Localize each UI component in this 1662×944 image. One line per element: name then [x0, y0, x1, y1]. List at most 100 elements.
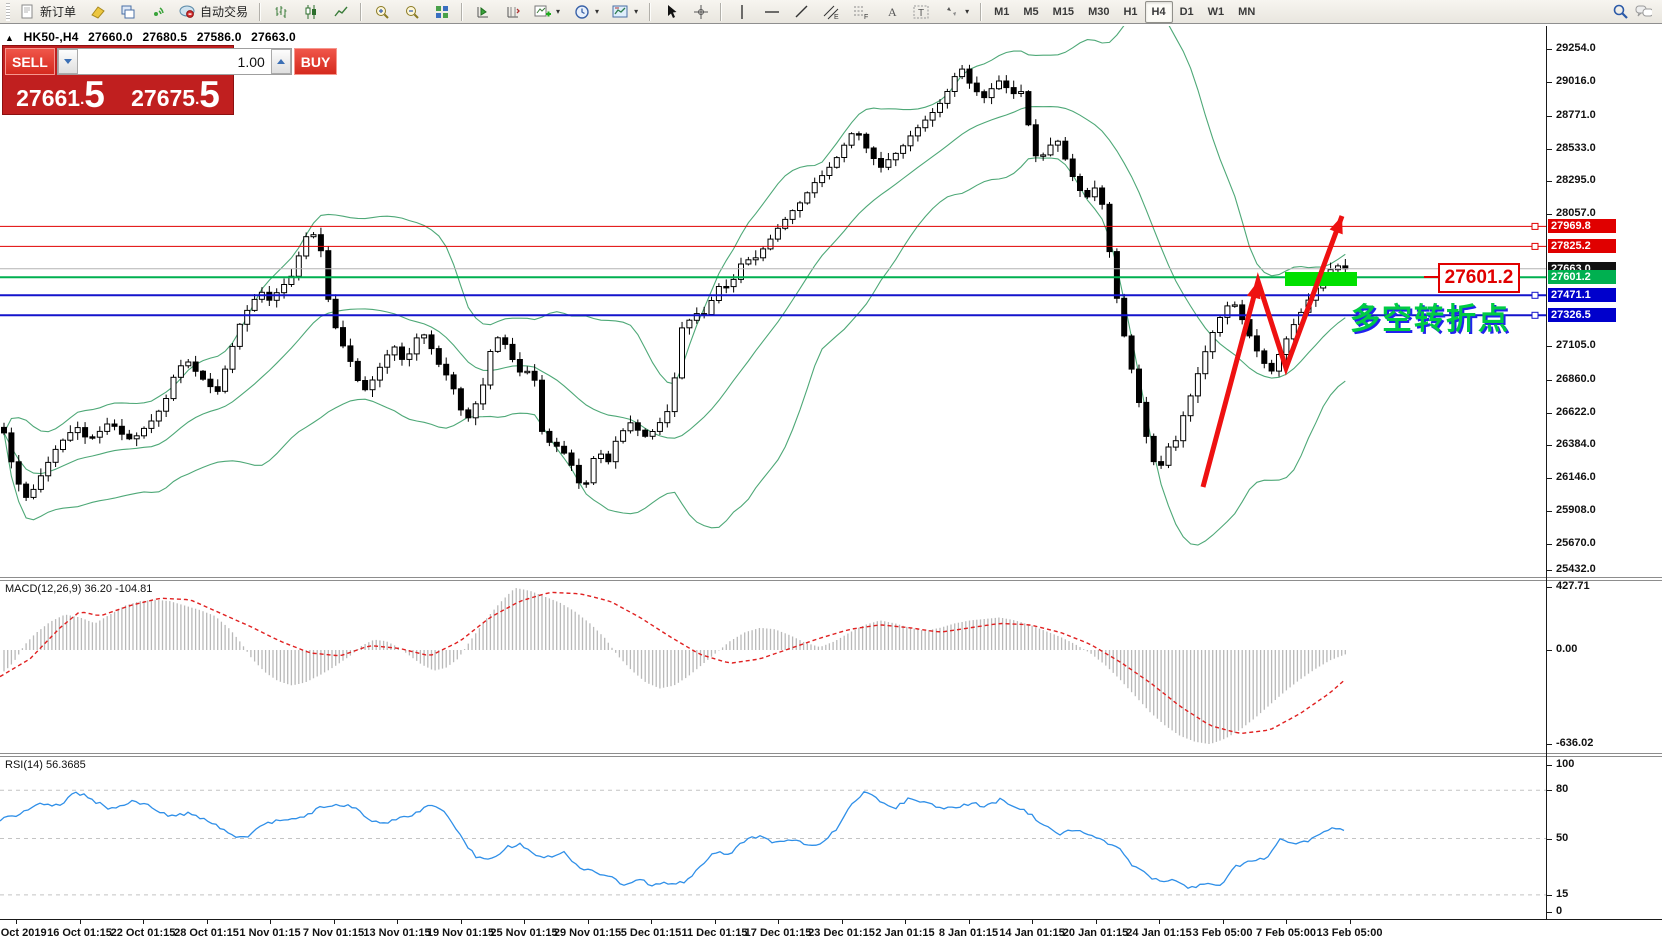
- axis-tick-mark: [1547, 445, 1552, 447]
- time-tick-mark: [270, 919, 271, 924]
- buy-price[interactable]: 27675. 5: [120, 76, 231, 113]
- zoom-out-icon: [403, 3, 420, 20]
- zigzag-arrow-line[interactable]: [1200, 215, 1345, 488]
- line-handle[interactable]: [1531, 311, 1539, 319]
- channel-tool-button[interactable]: E: [817, 1, 846, 23]
- time-label: 25 Nov 01:15: [490, 927, 558, 939]
- time-tick-mark: [1286, 919, 1287, 924]
- time-tick-mark: [587, 919, 589, 924]
- axis-tick-mark: [1547, 478, 1552, 480]
- timeframe-button-m1[interactable]: M1: [987, 1, 1016, 23]
- zoom-in-button[interactable]: [367, 1, 396, 23]
- time-label: 7 Nov 01:15: [302, 927, 365, 939]
- rsi-tick-label: 100: [1556, 758, 1575, 770]
- buy-button[interactable]: BUY: [293, 48, 338, 75]
- navigator-button[interactable]: [468, 1, 497, 23]
- volume-input[interactable]: [77, 49, 271, 74]
- vertical-line-icon: [733, 3, 750, 20]
- search-icon[interactable]: [1612, 3, 1629, 20]
- data-window-button[interactable]: [498, 1, 527, 23]
- timeframe-button-m15[interactable]: M15: [1046, 1, 1081, 23]
- volume-increase-button[interactable]: [270, 49, 291, 74]
- horizontal-line-tool-button[interactable]: [757, 1, 786, 23]
- chart-info-line: ▲ HK50-,H4 27660.0 27680.5 27586.0 27663…: [5, 30, 302, 44]
- arrows-tool-button[interactable]: ▾: [937, 1, 975, 23]
- axis-tick-mark: [1547, 650, 1552, 651]
- autotrading-label: 自动交易: [200, 5, 249, 19]
- volume-decrease-button[interactable]: [57, 49, 78, 74]
- turning-point-annotation[interactable]: 多空转折点: [1350, 294, 1510, 338]
- vertical-line-tool-button[interactable]: [727, 1, 756, 23]
- axis-tick-mark: [1547, 587, 1552, 588]
- cursor-button[interactable]: [656, 1, 685, 23]
- candlestick-chart-button[interactable]: [296, 1, 325, 23]
- chevron-down-icon: ▾: [965, 7, 970, 16]
- axis-tick-mark: [1547, 181, 1552, 183]
- time-tick-mark: [778, 919, 779, 924]
- bar-chart-button[interactable]: [266, 1, 295, 23]
- signals-button[interactable]: [143, 1, 172, 23]
- crosshair-button[interactable]: [686, 1, 715, 23]
- timeframe-button-h4[interactable]: H4: [1144, 0, 1173, 23]
- new-order-button[interactable]: 新订单: [13, 1, 82, 23]
- macd-indicator-panel[interactable]: [0, 581, 1546, 753]
- window-cascade-button[interactable]: [113, 1, 142, 23]
- time-label: 5 Dec 01:15: [620, 927, 682, 939]
- timeframe-button-mn[interactable]: MN: [1231, 1, 1262, 23]
- price-tick-label: 28057.0: [1556, 207, 1596, 220]
- autotrading-button[interactable]: 自动交易: [173, 1, 254, 23]
- axis-tick-mark: [1547, 765, 1552, 766]
- level-callout-connector: [1424, 276, 1438, 278]
- fibonacci-tool-button[interactable]: F: [847, 1, 876, 23]
- tile-windows-button[interactable]: [427, 1, 456, 23]
- new-chart-button[interactable]: ▾: [528, 1, 566, 23]
- price-axis-border: [1546, 26, 1547, 919]
- price-tag-27969.8: 27969.8: [1548, 219, 1616, 234]
- label-tool-button[interactable]: T: [907, 1, 936, 23]
- tile-windows-icon: [433, 3, 450, 20]
- price-tag-27601.2: 27601.2: [1548, 270, 1616, 285]
- level-callout-box[interactable]: 27601.2: [1438, 263, 1520, 293]
- periods-button[interactable]: ▾: [567, 1, 605, 23]
- cascade-windows-icon: [119, 3, 136, 20]
- equidistant-channel-icon: E: [823, 3, 840, 20]
- axis-tick-mark: [1547, 115, 1552, 117]
- timeframe-button-h1[interactable]: H1: [1116, 1, 1144, 23]
- signal-icon: [149, 3, 166, 20]
- text-tool-button[interactable]: A: [877, 1, 906, 23]
- chat-icon[interactable]: [1635, 3, 1652, 20]
- line-chart-button[interactable]: [326, 1, 355, 23]
- collapse-marker-icon[interactable]: ▲: [5, 33, 14, 43]
- open-value: 27660.0: [88, 30, 133, 44]
- rsi-indicator-panel[interactable]: [0, 757, 1546, 919]
- axis-tick-mark: [1547, 790, 1552, 792]
- trendline-tool-button[interactable]: [787, 1, 816, 23]
- sell-button[interactable]: SELL: [5, 48, 55, 75]
- toolbar-separator: [649, 2, 652, 21]
- line-handle[interactable]: [1531, 291, 1539, 299]
- chevron-down-icon: ▾: [556, 7, 561, 16]
- line-handle[interactable]: [1531, 222, 1539, 230]
- zoom-out-button[interactable]: [397, 1, 426, 23]
- timeframe-button-m5[interactable]: M5: [1016, 1, 1045, 23]
- templates-button[interactable]: ▾: [606, 1, 644, 23]
- trendline-icon: [793, 3, 810, 20]
- level-callout-text: 27601.2: [1444, 267, 1514, 288]
- rsi-tick-label: 15: [1556, 887, 1569, 900]
- time-label: 16 Oct 01:15: [47, 927, 112, 939]
- svg-text:A: A: [888, 5, 897, 19]
- volume-spinner: [56, 48, 292, 75]
- timeframe-button-w1[interactable]: W1: [1201, 1, 1232, 23]
- time-tick-mark: [333, 919, 335, 924]
- price-tick-label: 26860.0: [1556, 372, 1596, 385]
- profiles-button[interactable]: [83, 1, 112, 23]
- timeframe-button-m30[interactable]: M30: [1081, 1, 1116, 23]
- chevron-down-icon: ▾: [595, 7, 600, 16]
- timeframe-button-d1[interactable]: D1: [1173, 1, 1201, 23]
- time-tick-mark: [79, 919, 81, 924]
- sell-price[interactable]: 27661. 5: [5, 76, 116, 113]
- line-handle[interactable]: [1531, 242, 1539, 250]
- toolbar-grip[interactable]: [6, 2, 10, 21]
- axis-tick-mark: [1547, 412, 1552, 414]
- price-tick-label: 28295.0: [1556, 174, 1596, 187]
